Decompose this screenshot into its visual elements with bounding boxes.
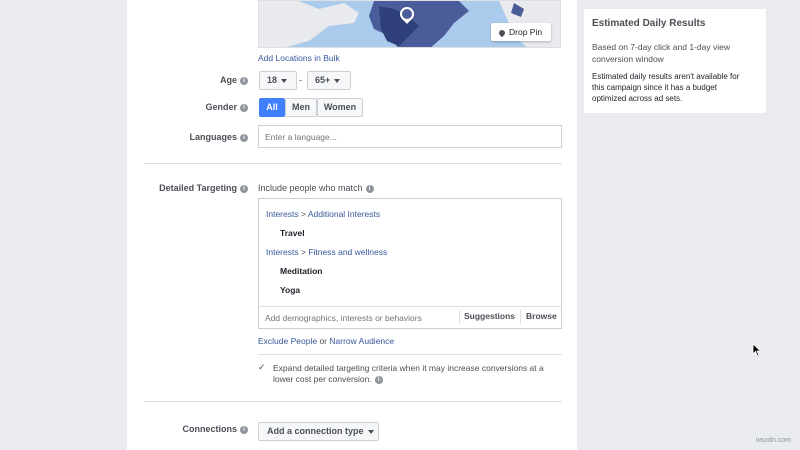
info-icon[interactable]: i [240, 103, 248, 112]
chevron-down-icon [281, 78, 288, 83]
suggestions-button[interactable]: Suggestions [464, 311, 515, 321]
age-max-value: 65+ [315, 75, 331, 85]
targeting-path: Interests > Additional Interests [266, 209, 380, 219]
info-icon[interactable]: i [365, 184, 374, 193]
exclude-people-link[interactable]: Exclude People [258, 336, 317, 346]
age-min-value: 18 [267, 75, 278, 85]
section-divider [144, 401, 562, 402]
drop-pin-button[interactable]: Drop Pin [491, 23, 551, 41]
targeting-search-input[interactable] [259, 307, 457, 328]
targeting-path: Interests > Fitness and wellness [266, 247, 387, 257]
drop-pin-icon [497, 28, 507, 37]
gender-women-button[interactable]: Women [317, 98, 363, 117]
connections-label-text: Connections [182, 424, 237, 434]
path-separator: > [300, 247, 306, 257]
estimated-results-panel: Estimated Daily Results Based on 7-day c… [584, 9, 766, 113]
targeting-item-yoga[interactable]: Yoga [280, 285, 300, 295]
expand-text: Expand detailed targeting criteria when … [273, 363, 558, 385]
add-connection-type-button[interactable]: Add a connection type [258, 422, 379, 441]
location-map[interactable]: Drop Pin [258, 0, 561, 48]
path-root[interactable]: Interests [266, 209, 299, 219]
search-button-divider [459, 310, 460, 324]
expand-text-line-2: lower cost per conversion. i [273, 374, 558, 385]
languages-label-text: Languages [189, 132, 237, 142]
or-text: or [319, 336, 328, 346]
drop-pin-label: Drop Pin [509, 27, 543, 37]
estimated-window-line-1: Based on 7-day click and 1-day view [592, 42, 730, 52]
search-button-divider [520, 310, 521, 324]
exclude-narrow-row: Exclude People or Narrow Audience [258, 336, 394, 346]
estimated-window-line-2: conversion window [592, 54, 664, 64]
section-divider [144, 163, 562, 164]
gender-label: Gender i [140, 102, 248, 112]
age-min-select[interactable]: 18 [259, 71, 297, 90]
gender-women-label: Women [323, 102, 357, 112]
include-label: Include people who match i [258, 183, 374, 193]
languages-label: Languages i [140, 132, 248, 142]
path-separator: > [300, 209, 306, 219]
gender-men-label: Men [292, 102, 310, 112]
info-icon[interactable]: i [240, 184, 248, 193]
gender-label-text: Gender [205, 102, 237, 112]
mouse-cursor-icon [752, 343, 762, 357]
estimated-note-line-3: optimized across ad sets. [592, 94, 683, 103]
detailed-targeting-label-text: Detailed Targeting [159, 183, 237, 193]
gender-men-button[interactable]: Men [285, 98, 317, 117]
expand-text-line-1: Expand detailed targeting criteria when … [273, 363, 544, 373]
age-label: Age i [140, 75, 248, 85]
estimated-note-line-2: this campaign since it has a budget [592, 83, 717, 92]
path-root[interactable]: Interests [266, 247, 299, 257]
path-leaf[interactable]: Additional Interests [308, 209, 380, 219]
detailed-targeting-label: Detailed Targeting i [140, 183, 248, 193]
estimated-title: Estimated Daily Results [592, 18, 706, 29]
estimated-window-text: Based on 7-day click and 1-day view conv… [592, 41, 730, 65]
watermark: wsxdn.com [756, 437, 792, 444]
age-label-text: Age [219, 75, 237, 85]
targeting-item-meditation[interactable]: Meditation [280, 266, 323, 276]
info-icon[interactable]: i [240, 133, 248, 142]
add-connection-type-label: Add a connection type [267, 426, 364, 436]
age-separator: - [299, 75, 302, 85]
gender-all-label: All [266, 102, 278, 112]
add-locations-bulk-link[interactable]: Add Locations in Bulk [258, 53, 340, 63]
targeting-item-travel[interactable]: Travel [280, 228, 305, 238]
info-icon[interactable]: i [240, 76, 248, 85]
include-label-text: Include people who match [258, 183, 363, 193]
expand-text-line-2-text: lower cost per conversion. [273, 374, 372, 384]
chevron-down-icon [334, 78, 341, 83]
gender-all-button[interactable]: All [259, 98, 285, 117]
narrow-audience-link[interactable]: Narrow Audience [329, 336, 394, 346]
age-max-select[interactable]: 65+ [307, 71, 351, 90]
expand-checkbox[interactable]: ✓ [258, 362, 268, 372]
info-icon[interactable]: i [240, 425, 248, 434]
expand-divider [258, 354, 562, 355]
chevron-down-icon [367, 429, 374, 434]
connections-label: Connections i [140, 424, 248, 434]
estimated-note-text: Estimated daily results aren't available… [592, 71, 739, 104]
language-input[interactable] [258, 125, 562, 148]
browse-button[interactable]: Browse [526, 311, 557, 321]
estimated-note-line-1: Estimated daily results aren't available… [592, 72, 740, 81]
info-icon[interactable]: i [374, 375, 383, 384]
path-leaf[interactable]: Fitness and wellness [308, 247, 387, 257]
